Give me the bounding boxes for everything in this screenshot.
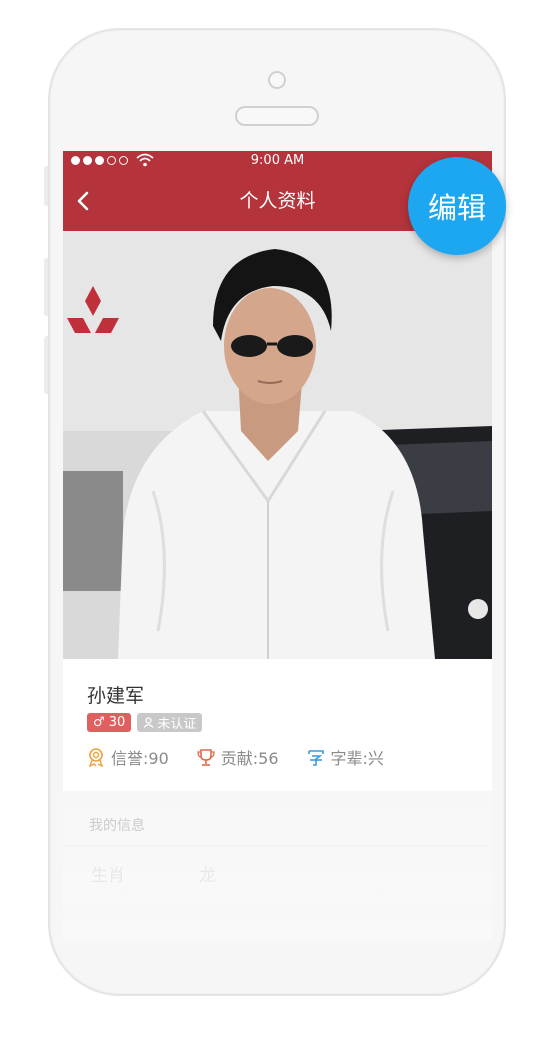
trophy-icon xyxy=(197,749,215,766)
front-camera xyxy=(268,71,286,89)
stats-row: 信誉:90 贡献:56 字辈:兴 xyxy=(87,745,412,769)
contribution-label: 贡献:56 xyxy=(220,749,279,768)
credit-label: 信誉:90 xyxy=(111,749,169,768)
generation-stat: 字辈:兴 xyxy=(307,745,384,769)
character-icon xyxy=(307,750,324,766)
bottom-fade-overlay xyxy=(63,841,492,941)
verification-label: 未认证 xyxy=(157,717,197,732)
edit-button[interactable]: 编辑 xyxy=(408,157,506,255)
app-screen: 9:00 AM 个人资料 孙建军 ♂ 30 未认证 信誉:90 贡献:56 字辈… xyxy=(63,151,492,941)
profile-card: 孙建军 ♂ 30 未认证 信誉:90 贡献:56 字辈:兴 xyxy=(63,659,492,791)
verification-badge: 未认证 xyxy=(137,713,203,732)
earpiece-speaker xyxy=(235,106,319,126)
profile-photo-image xyxy=(63,231,492,659)
badge-row: ♂ 30 未认证 xyxy=(87,713,203,732)
person-icon xyxy=(143,717,154,728)
user-name: 孙建军 xyxy=(87,685,145,707)
profile-photo[interactable] xyxy=(63,231,492,659)
credit-stat: 信誉:90 xyxy=(87,745,169,769)
contribution-stat: 贡献:56 xyxy=(197,745,279,769)
my-info-section-title: 我的信息 xyxy=(89,818,145,834)
medal-icon xyxy=(88,748,104,767)
generation-label: 字辈:兴 xyxy=(330,749,384,768)
gender-age-badge: ♂ 30 xyxy=(87,713,132,732)
